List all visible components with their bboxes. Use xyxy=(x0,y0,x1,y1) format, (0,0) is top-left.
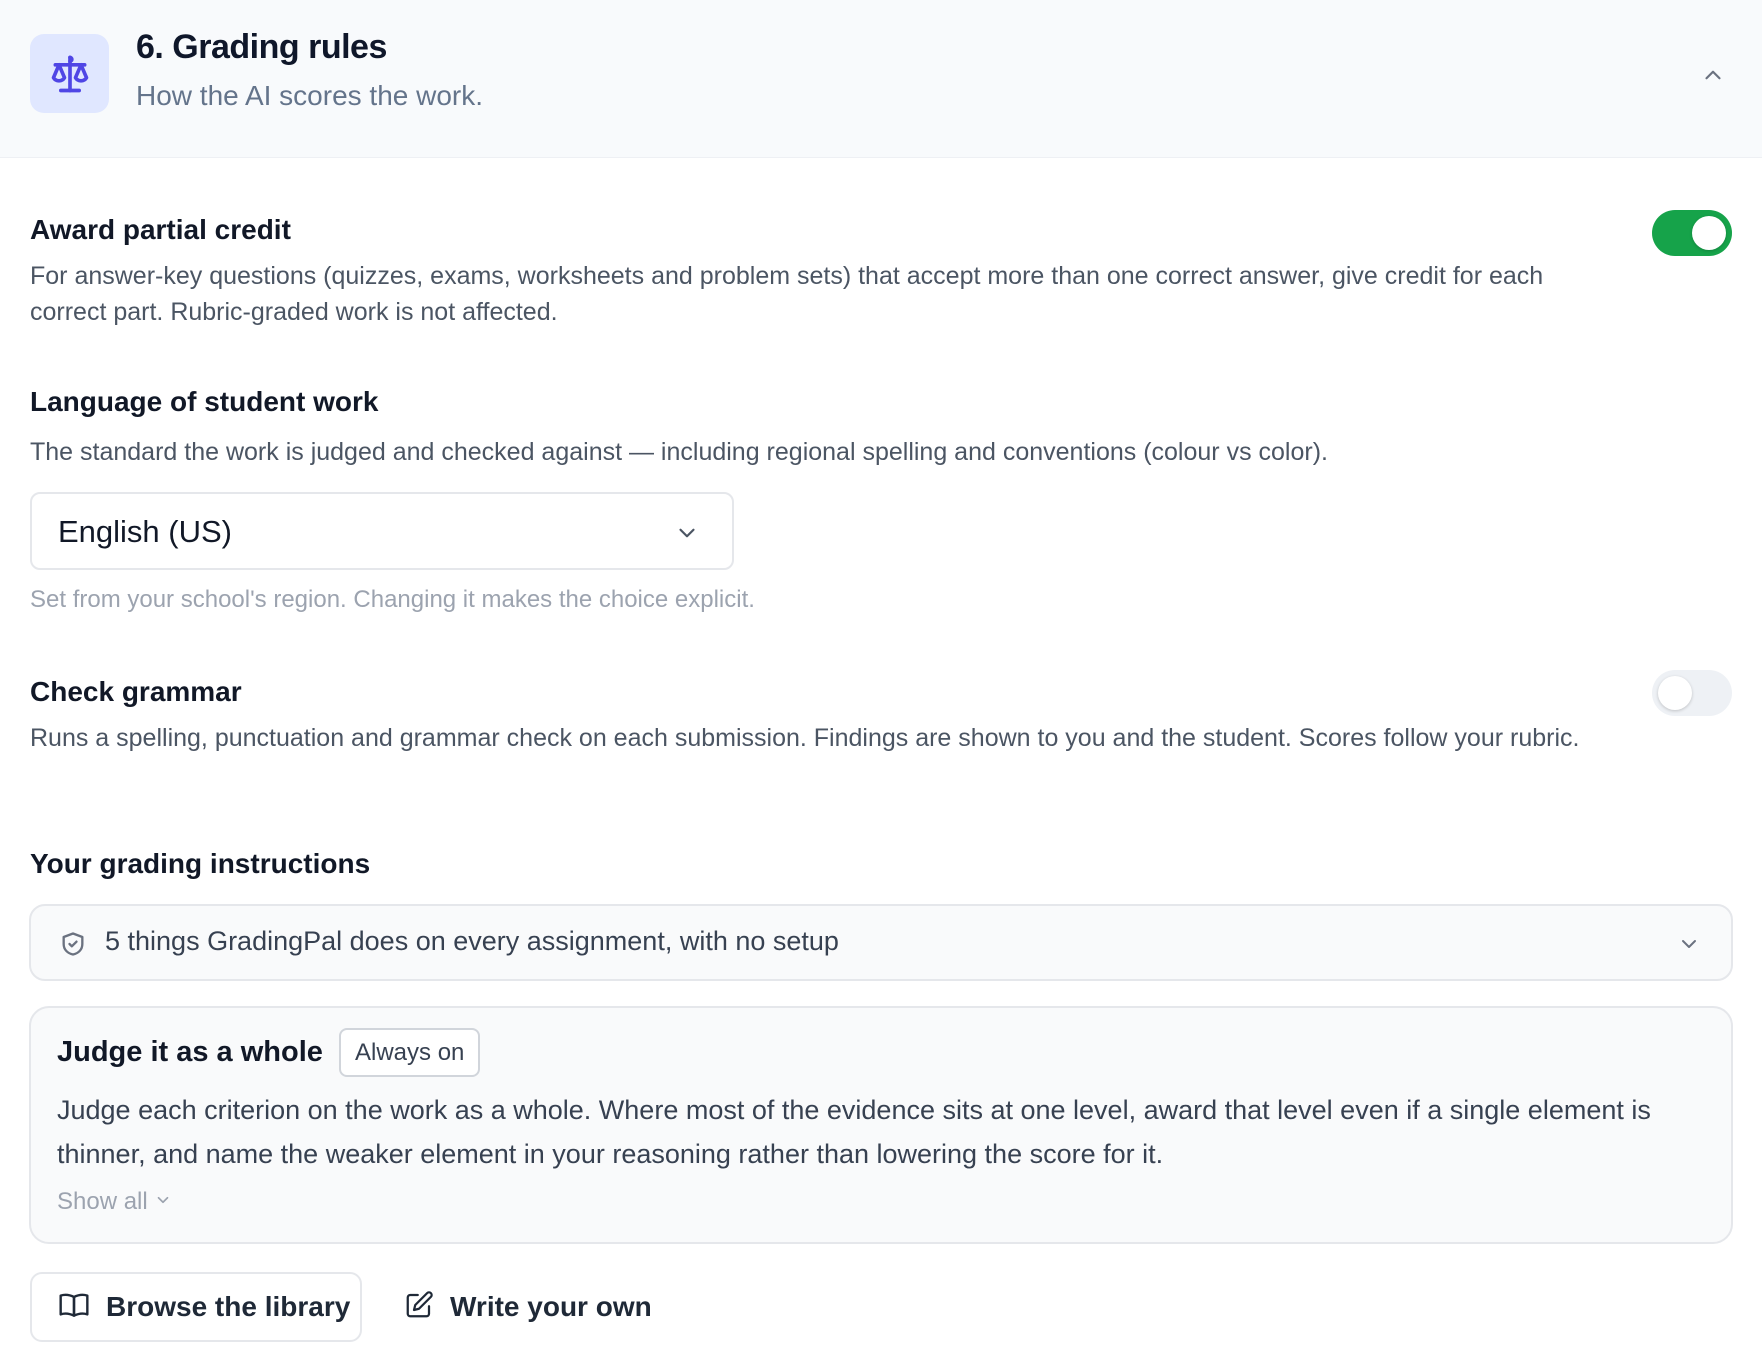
partial-credit-toggle[interactable] xyxy=(1652,210,1732,256)
chevron-down-icon xyxy=(154,1188,172,1216)
browse-library-button[interactable]: Browse the library xyxy=(30,1272,362,1342)
accordion-title: 5 things GradingPal does on every assign… xyxy=(105,926,839,956)
write-your-own-label: Write your own xyxy=(450,1291,652,1322)
partial-credit-label: Award partial credit xyxy=(30,214,291,245)
section-header[interactable]: 6. Grading rules How the AI scores the w… xyxy=(0,0,1762,158)
partial-credit-description: For answer-key questions (quizzes, exams… xyxy=(30,262,1544,326)
language-hint: Set from your school's region. Changing … xyxy=(30,586,755,613)
default-behaviors-accordion[interactable]: 5 things GradingPal does on every assign… xyxy=(29,904,1733,981)
instructions-label: Your grading instructions xyxy=(30,848,371,879)
language-select-value: English (US) xyxy=(58,514,232,549)
write-your-own-button[interactable]: Write your own xyxy=(404,1272,652,1342)
language-description: The standard the work is judged and chec… xyxy=(30,438,1328,466)
scale-icon xyxy=(30,34,109,113)
grammar-toggle[interactable] xyxy=(1652,670,1732,716)
chevron-up-icon[interactable] xyxy=(1698,60,1728,90)
show-all-label: Show all xyxy=(57,1188,148,1215)
browse-library-label: Browse the library xyxy=(106,1291,351,1322)
section-title: 6. Grading rules xyxy=(136,28,387,66)
instruction-title: Judge it as a whole xyxy=(57,1036,323,1068)
grammar-description: Runs a spelling, punctuation and grammar… xyxy=(30,724,1580,752)
pencil-square-icon xyxy=(404,1290,434,1325)
shield-check-icon xyxy=(59,930,87,963)
toggle-knob xyxy=(1692,216,1726,250)
language-label: Language of student work xyxy=(30,386,379,417)
chevron-down-icon xyxy=(1677,932,1701,961)
instruction-body: Judge each criterion on the work as a wh… xyxy=(57,1095,1651,1169)
toggle-knob xyxy=(1658,676,1692,710)
chevron-down-icon xyxy=(674,520,700,551)
section-subtitle: How the AI scores the work. xyxy=(136,80,484,111)
instruction-card: Judge it as a whole Always on Judge each… xyxy=(29,1006,1733,1244)
book-open-icon xyxy=(58,1289,90,1326)
show-all-link[interactable]: Show all xyxy=(57,1188,172,1216)
grammar-label: Check grammar xyxy=(30,676,242,707)
language-select[interactable]: English (US) xyxy=(30,492,734,570)
always-on-badge: Always on xyxy=(339,1028,481,1077)
